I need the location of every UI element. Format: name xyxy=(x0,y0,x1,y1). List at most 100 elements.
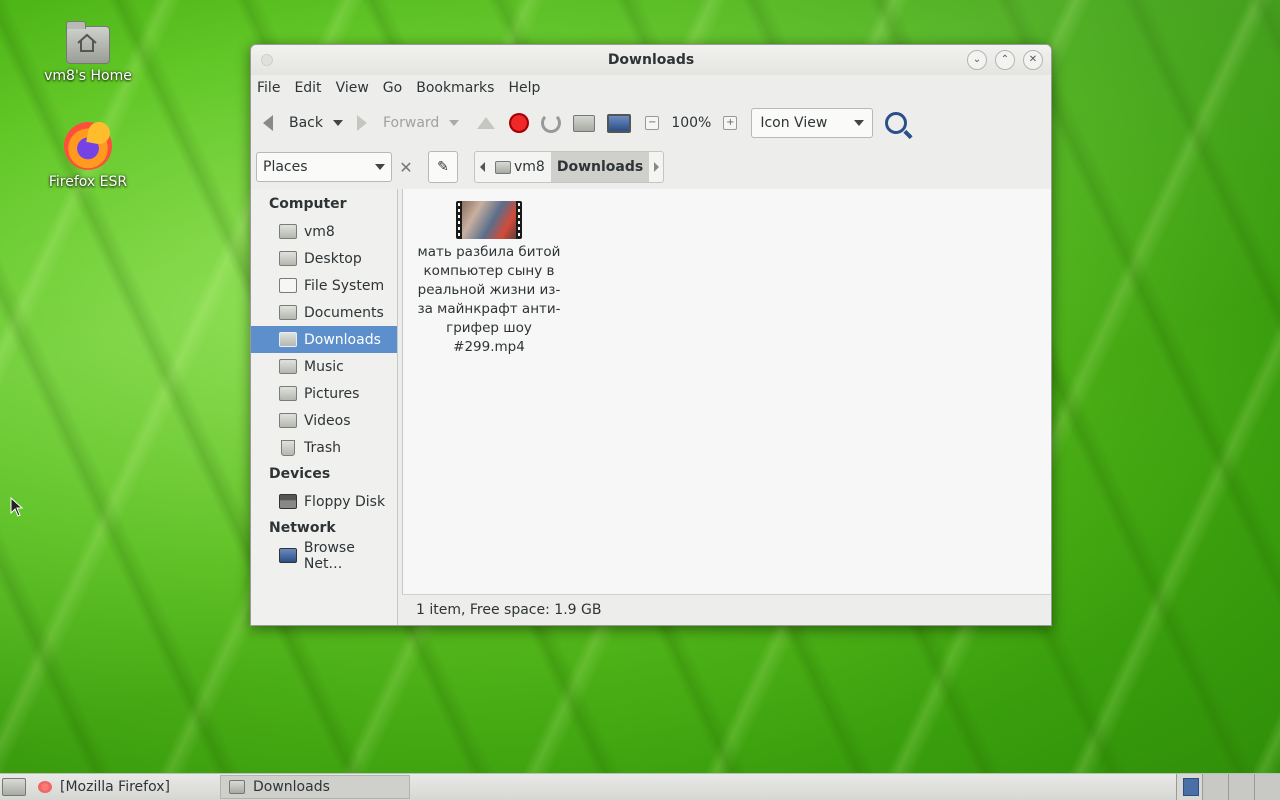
location-bar: Places ✕ ✎ vm8 Downloads xyxy=(251,145,1051,189)
side-pane-select[interactable]: Places xyxy=(256,152,392,182)
sidebar-item-vm8[interactable]: vm8 xyxy=(251,218,397,245)
forward-button[interactable]: Forward xyxy=(353,106,443,140)
breadcrumb-item-home[interactable]: vm8 xyxy=(489,152,551,182)
folder-icon xyxy=(279,413,297,428)
zoom-out-icon[interactable]: − xyxy=(645,116,660,130)
sidebar-item-label: Music xyxy=(304,358,344,375)
maximize-button[interactable]: ⌃ xyxy=(995,50,1015,70)
desktop-icon-firefox[interactable]: Firefox ESR xyxy=(43,122,133,190)
breadcrumb-left-arrow-icon[interactable] xyxy=(475,162,489,172)
breadcrumb-label: Downloads xyxy=(556,159,644,175)
sidebar-item-label: Floppy Disk xyxy=(304,493,386,510)
folder-icon xyxy=(279,305,297,320)
workspace-4[interactable] xyxy=(1254,774,1280,800)
stop-icon[interactable] xyxy=(509,113,530,133)
sidebar-item-music[interactable]: Music xyxy=(251,353,397,380)
pencil-icon: ✎ xyxy=(437,159,449,175)
sidebar-item-label: Pictures xyxy=(304,385,360,402)
view-mode-value: Icon View xyxy=(760,115,828,131)
file-view[interactable]: мать разбила битой компьютер сыну в реал… xyxy=(402,189,1051,595)
breadcrumb-right-arrow-icon[interactable] xyxy=(649,162,663,172)
sidebar-item-desktop[interactable]: Desktop xyxy=(251,245,397,272)
folder-icon xyxy=(229,780,245,794)
show-desktop-icon[interactable] xyxy=(2,778,26,796)
folder-icon xyxy=(279,359,297,374)
sidebar-item-label: Downloads xyxy=(304,331,381,348)
desktop-icon-home[interactable]: vm8's Home xyxy=(43,20,133,84)
title-bar[interactable]: Downloads ⌄ ⌃ ✕ xyxy=(251,45,1051,75)
parent-folder-icon[interactable] xyxy=(477,117,496,129)
network-icon xyxy=(279,548,297,563)
window-title: Downloads xyxy=(607,52,695,68)
menu-bar: File Edit View Go Bookmarks Help xyxy=(251,75,1051,101)
back-history-dropdown[interactable] xyxy=(333,120,343,126)
workspace-pager xyxy=(1176,774,1280,800)
menu-view[interactable]: View xyxy=(336,78,369,98)
back-label: Back xyxy=(289,115,323,131)
forward-arrow-icon xyxy=(357,113,377,133)
home-folder-icon xyxy=(279,224,297,239)
sidebar-item-label: Desktop xyxy=(304,250,362,267)
close-side-pane-icon[interactable]: ✕ xyxy=(398,158,414,177)
breadcrumb-item-downloads[interactable]: Downloads xyxy=(550,152,650,182)
menu-help[interactable]: Help xyxy=(508,78,540,98)
zoom-in-icon[interactable]: + xyxy=(723,116,738,130)
sidebar-section-computer: Computer xyxy=(269,196,347,212)
task-firefox[interactable]: [Mozilla Firefox] xyxy=(30,776,216,798)
back-arrow-icon xyxy=(263,113,283,133)
sidebar-item-pictures[interactable]: Pictures xyxy=(251,380,397,407)
breadcrumb: vm8 Downloads xyxy=(474,151,665,183)
menu-file[interactable]: File xyxy=(257,78,280,98)
forward-history-dropdown[interactable] xyxy=(449,120,460,126)
chevron-down-icon xyxy=(854,120,865,126)
workspace-1[interactable] xyxy=(1176,774,1202,800)
zoom-level: 100% xyxy=(671,115,712,131)
content-area: Computer vm8 Desktop File System Documen… xyxy=(251,189,1051,625)
task-label: Downloads xyxy=(253,779,330,795)
sidebar-item-videos[interactable]: Videos xyxy=(251,407,397,434)
breadcrumb-label: vm8 xyxy=(514,159,545,175)
folder-icon xyxy=(279,332,297,347)
trash-icon xyxy=(281,439,295,456)
close-button[interactable]: ✕ xyxy=(1023,50,1043,70)
sidebar-item-trash[interactable]: Trash xyxy=(251,434,397,461)
workspace-2[interactable] xyxy=(1202,774,1228,800)
sidebar-item-label: vm8 xyxy=(304,223,335,240)
back-button[interactable]: Back xyxy=(259,106,327,140)
workspace-3[interactable] xyxy=(1228,774,1254,800)
home-icon[interactable] xyxy=(573,114,596,132)
sidebar-item-label: File System xyxy=(304,277,385,294)
drive-icon xyxy=(279,278,297,293)
firefox-icon xyxy=(38,781,52,793)
sidebar-item-file-system[interactable]: File System xyxy=(251,272,397,299)
menu-edit[interactable]: Edit xyxy=(294,78,321,98)
floppy-icon xyxy=(279,494,297,509)
minimize-button[interactable]: ⌄ xyxy=(967,50,987,70)
menu-bookmarks[interactable]: Bookmarks xyxy=(416,78,494,98)
desktop-icon-label: Firefox ESR xyxy=(48,174,128,190)
taskbar: [Mozilla Firefox] Downloads xyxy=(0,773,1280,800)
edit-location-button[interactable]: ✎ xyxy=(428,151,458,183)
computer-icon[interactable] xyxy=(607,113,632,133)
reload-icon[interactable] xyxy=(541,113,562,133)
menu-go[interactable]: Go xyxy=(383,78,402,98)
sidebar-item-label: Browse Net… xyxy=(303,539,355,572)
sidebar-item-label: Trash xyxy=(304,439,341,456)
folder-icon xyxy=(279,386,297,401)
task-downloads[interactable]: Downloads xyxy=(220,775,410,799)
sidebar-item-documents[interactable]: Documents xyxy=(251,299,397,326)
view-mode-select[interactable]: Icon View xyxy=(751,108,874,138)
video-thumbnail-icon xyxy=(456,201,522,239)
folder-icon xyxy=(279,251,297,266)
search-icon[interactable] xyxy=(885,112,908,134)
task-label: [Mozilla Firefox] xyxy=(60,779,170,795)
sidebar-item-label: Documents xyxy=(304,304,384,321)
sidebar-section-devices: Devices xyxy=(269,466,331,482)
file-item[interactable]: мать разбила битой компьютер сыну в реал… xyxy=(417,201,561,357)
home-folder-icon xyxy=(66,21,110,64)
home-folder-icon xyxy=(495,160,511,174)
sidebar-item-downloads[interactable]: Downloads xyxy=(251,326,397,353)
sidebar-item-floppy-disk[interactable]: Floppy Disk xyxy=(251,488,397,515)
sidebar-item-label: Videos xyxy=(304,412,351,429)
sidebar-item-browse-network[interactable]: Browse Net… xyxy=(251,539,397,572)
